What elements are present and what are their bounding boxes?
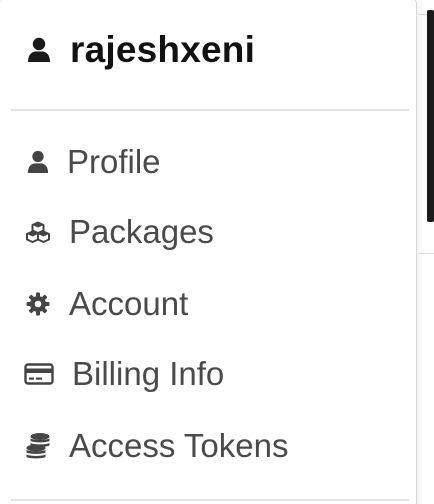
menu-header: rajeshxeni (0, 0, 416, 109)
coins-icon (24, 415, 52, 477)
user-dropdown-menu: rajeshxeni Profile Packages Account Bill… (0, 0, 417, 504)
menu-item-billing-info[interactable]: Billing Info (11, 343, 409, 405)
menu-item-label: Access Tokens (69, 427, 289, 464)
menu-item-label: Billing Info (72, 355, 225, 392)
credit-card-icon (24, 343, 54, 405)
menu-item-label: Packages (69, 213, 214, 250)
menu-item-account[interactable]: Account (11, 273, 409, 335)
user-icon (24, 131, 52, 193)
menu-item-profile[interactable]: Profile (11, 131, 409, 193)
cubes-icon (24, 201, 52, 263)
username: rajeshxeni (70, 29, 256, 70)
user-icon (27, 37, 51, 63)
menu-item-access-tokens[interactable]: Access Tokens (11, 415, 409, 477)
menu-divider (11, 109, 409, 111)
menu-item-packages[interactable]: Packages (11, 201, 409, 263)
menu-divider (11, 499, 409, 501)
menu-item-label: Profile (67, 143, 161, 180)
screen: rajeshxeni Profile Packages Account Bill… (0, 0, 434, 504)
scrollbar-thumb[interactable] (427, 10, 434, 222)
menu-item-label: Account (69, 285, 189, 322)
background-divider (418, 253, 434, 254)
gear-icon (24, 273, 52, 335)
